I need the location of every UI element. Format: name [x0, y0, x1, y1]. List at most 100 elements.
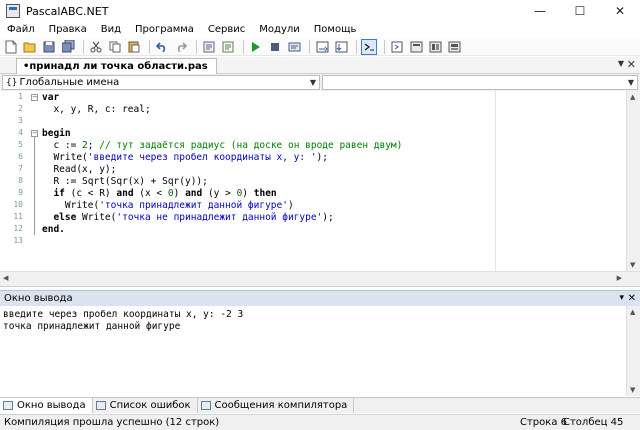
stop-icon[interactable] — [267, 39, 283, 55]
window-controls: — ☐ ✕ — [520, 0, 640, 22]
tab-error-list[interactable]: Список ошибок — [93, 398, 198, 413]
step-over-icon[interactable] — [314, 39, 330, 55]
toolbar-separator — [356, 39, 357, 54]
fold-line-begin — [34, 135, 35, 235]
document-tab[interactable]: •принадл ли точка области.pas — [16, 58, 217, 74]
redo-icon[interactable] — [173, 39, 189, 55]
scroll-down-icon[interactable]: ▼ — [630, 261, 635, 269]
scroll-right-icon[interactable]: ▶ — [617, 274, 622, 282]
scroll-up-icon[interactable]: ▲ — [630, 308, 635, 316]
module-2-icon[interactable] — [446, 39, 462, 55]
line-number: 6 — [18, 152, 23, 161]
code-line: x, y, R, c: real; — [42, 104, 402, 116]
undo-icon[interactable] — [154, 39, 170, 55]
menu-service[interactable]: Сервис — [201, 22, 252, 38]
menu-view[interactable]: Вид — [94, 22, 128, 38]
scroll-left-icon[interactable]: ◀ — [3, 274, 8, 282]
new-file-icon[interactable] — [3, 39, 19, 55]
menu-file[interactable]: Файл — [0, 22, 42, 38]
status-message: Компиляция прошла успешно (12 строк) — [4, 417, 220, 428]
cursor-line: Строка 6 — [520, 417, 567, 428]
code-token: ) — [287, 200, 294, 211]
output-vertical-scrollbar[interactable]: ▲ ▼ — [626, 306, 640, 396]
tab-compiler-messages[interactable]: Сообщения компилятора — [198, 398, 355, 413]
code-line: R := Sqrt(Sqr(x) + Sqr(y)); — [42, 176, 402, 188]
window-title: PascalABC.NET — [26, 4, 109, 18]
toolbar-separator — [196, 39, 197, 54]
menu-modules[interactable]: Модули — [252, 22, 306, 38]
copy-icon[interactable] — [107, 39, 123, 55]
code-token: else — [42, 212, 77, 223]
line-number: 2 — [18, 104, 23, 113]
close-button[interactable]: ✕ — [600, 0, 640, 22]
code-token: then — [253, 188, 277, 199]
code-token: ); — [322, 212, 334, 223]
code-token: var — [42, 92, 60, 103]
scroll-up-icon[interactable]: ▲ — [630, 93, 635, 101]
member-combo[interactable]: ▼ — [322, 75, 638, 90]
tab-label: Окно вывода — [17, 399, 86, 411]
toolbar — [0, 38, 640, 56]
tab-list-icon[interactable]: ▼ — [618, 59, 624, 68]
code-line: end. — [42, 224, 402, 236]
code-token: end. — [42, 224, 65, 235]
help-icon[interactable] — [408, 39, 424, 55]
chevron-down-icon: ▼ — [309, 78, 316, 87]
paste-icon[interactable] — [126, 39, 142, 55]
code-line: else Write('точка не принадлежит данной … — [42, 212, 402, 224]
code-editor[interactable]: 1 2 3 4 5 6 7 8 9 10 11 12 13 − − var x, y, R, c: re… — [0, 91, 640, 287]
line-number: 13 — [13, 236, 23, 245]
code-token: ) — [242, 188, 254, 199]
line-number: 8 — [18, 176, 23, 185]
tab-output-window[interactable]: Окно вывода — [0, 398, 93, 413]
run-icon[interactable] — [248, 39, 264, 55]
code-token: c := — [42, 140, 83, 151]
form-designer-icon[interactable] — [389, 39, 405, 55]
pin-icon[interactable]: ▾ — [619, 291, 624, 306]
output-text[interactable]: введите через пробел координаты x, y: -2… — [0, 306, 640, 396]
fold-toggle-icon[interactable]: − — [31, 94, 38, 101]
uncomment-icon[interactable] — [220, 39, 236, 55]
menu-edit[interactable]: Правка — [42, 22, 94, 38]
line-number: 7 — [18, 164, 23, 173]
output-panel-header: Окно вывода ▾ ✕ — [0, 290, 640, 306]
menu-help[interactable]: Помощь — [307, 22, 364, 38]
status-bar: Компиляция прошла успешно (12 строк) Стр… — [0, 414, 640, 430]
code-token: Write( — [76, 212, 117, 223]
code-token: Read(x, y); — [42, 164, 117, 175]
toolbar-separator — [243, 39, 244, 54]
code-token: and — [185, 188, 203, 199]
close-icon[interactable]: ✕ — [628, 291, 636, 306]
minimize-button[interactable]: — — [520, 0, 560, 22]
line-number-gutter: 1 2 3 4 5 6 7 8 9 10 11 12 13 — [0, 91, 26, 271]
menu-bar: Файл Правка Вид Программа Сервис Модули … — [0, 22, 640, 38]
editor-vertical-scrollbar[interactable]: ▲ ▼ — [626, 91, 640, 271]
tab-close-icon[interactable]: ✕ — [627, 58, 636, 71]
fold-toggle-icon[interactable]: − — [31, 130, 38, 137]
code-token: and — [116, 188, 134, 199]
cut-icon[interactable] — [88, 39, 104, 55]
maximize-button[interactable]: ☐ — [560, 0, 600, 22]
save-all-icon[interactable] — [60, 39, 76, 55]
editor-horizontal-scrollbar[interactable]: ◀ ▶ — [0, 271, 640, 286]
output-window-icon — [3, 401, 13, 410]
bottom-panel-tabs: Окно вывода Список ошибок Сообщения комп… — [0, 397, 640, 413]
code-line: Write('точка принадлежит данной фигуре') — [42, 200, 402, 212]
code-token: // тут задаётся радиус (на доске он врод… — [99, 140, 403, 151]
comment-icon[interactable] — [201, 39, 217, 55]
code-token: Write( — [42, 200, 100, 211]
save-icon[interactable] — [41, 39, 57, 55]
scroll-down-icon[interactable]: ▼ — [630, 386, 635, 394]
compile-icon[interactable] — [286, 39, 302, 55]
output-line: точка принадлежит данной фигуре — [3, 321, 181, 332]
open-icon[interactable] — [22, 39, 38, 55]
line-number: 5 — [18, 140, 23, 149]
step-into-icon[interactable] — [333, 39, 349, 55]
code-text[interactable]: var x, y, R, c: real; begin c := 2; // т… — [42, 92, 402, 248]
scope-combo[interactable]: {} Глобальные имена ▼ — [2, 75, 320, 90]
module-1-icon[interactable] — [427, 39, 443, 55]
output-window-icon[interactable] — [361, 38, 377, 55]
menu-program[interactable]: Программа — [128, 22, 201, 38]
code-token: begin — [42, 128, 71, 139]
